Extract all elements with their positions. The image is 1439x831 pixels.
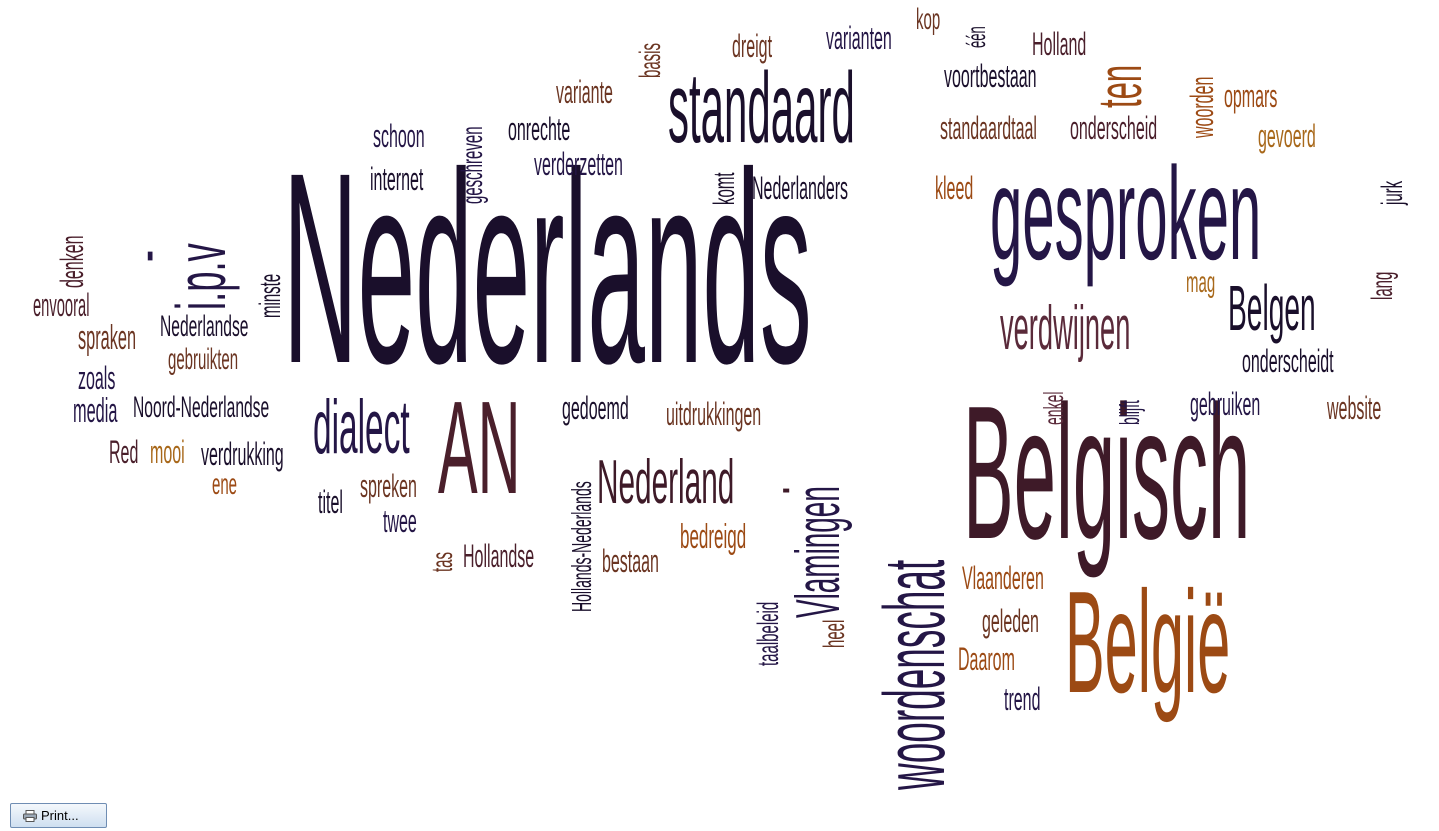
word-hollands-nederlands: Hollands-Nederlands [566,481,597,612]
word-gedoemd: gedoemd [562,390,629,426]
word-website: website [1327,390,1382,426]
word-bestaan: bestaan [602,543,659,579]
word-nederland: Nederland [597,448,735,517]
word-vlamingen: Vlamingen [784,486,853,618]
word-zoals: zoals [78,360,116,396]
word-voortbestaan: voortbestaan [944,58,1037,94]
word-ene: ene [212,468,238,501]
word-komt: komt [708,172,741,205]
word-ten: ten [1086,64,1155,108]
word-gesproken: gesproken [990,140,1262,287]
word-dash-1: - [112,250,179,262]
word-dialect: dialect [313,385,410,470]
word-onderscheidt: onderscheidt [1242,343,1334,379]
word-belgie: België [1065,561,1231,723]
word-mooi: mooi [150,434,185,470]
word-denken: denken [54,235,90,288]
word-jurk: jurk [1376,180,1409,205]
word-minste: minste [254,273,287,318]
print-button[interactable]: Print... [10,803,107,828]
word-kop: kop [916,3,941,36]
word-woorden: woorden [1184,76,1220,138]
word-standaardtaal: standaardtaal [940,110,1037,146]
word-verdrukking: verdrukking [201,436,284,472]
word-basis: basis [634,42,667,78]
word-internet: internet [370,161,424,197]
word-red: Red [109,434,139,470]
word-geschreven: geschreven [456,126,489,204]
word-gebruikten: gebruikten [168,343,239,376]
word-titel: titel [318,484,343,520]
word-cloud: Nederlands gesproken standaard Belgisch … [0,0,1439,831]
word-envooral: envooral [33,287,90,323]
word-vlaanderen: Vlaanderen [962,560,1044,596]
word-twee: twee [383,503,417,539]
word-opmars: opmars [1224,78,1278,114]
word-blijft: blijft [1114,400,1145,425]
word-dash-2: - [782,459,791,515]
word-woordenschat: woordenschat [867,559,963,790]
word-media: media [73,392,118,430]
word-standaard: standaard [668,52,855,164]
word-geleden: geleden [982,603,1039,639]
word-dreigt: dreigt [732,28,773,64]
printer-icon [23,810,37,822]
word-lang: lang [1366,271,1399,300]
word-belgen: Belgen [1228,272,1316,344]
word-uitdrukkingen: uitdrukkingen [666,396,762,432]
word-nederlanders: Nederlanders [752,170,849,206]
word-verdwijnen: verdwijnen [1000,294,1131,363]
word-trend: trend [1004,681,1041,717]
word-schoon: schoon [373,118,425,154]
word-taalbeleid: taalbeleid [752,601,785,666]
word-noord-nederlandse: Noord-Nederlandse [133,391,270,424]
word-verderzetten: verderzetten [534,146,623,182]
word-gebruiken: gebruiken [1190,386,1261,422]
word-daarom: Daarom [958,641,1015,677]
word-gevoerd: gevoerd [1258,118,1316,154]
word-een: één [961,26,991,48]
word-variante: variante [556,74,613,110]
word-heel: heel [818,619,851,648]
word-tas: tas [426,551,459,572]
word-bedreigd: bedreigd [680,518,747,556]
word-spraken: spraken [78,319,137,357]
word-enkel: enkel [1038,391,1069,425]
word-nederlandse: Nederlandse [160,310,249,343]
word-kleed: kleed [935,170,974,206]
word-hollandse: Hollandse [463,538,535,574]
print-button-label: Print... [41,808,79,823]
word-varianten: varianten [826,20,892,56]
word-mag: mag [1186,266,1216,299]
word-an: AN [438,374,521,521]
word-onderscheid: onderscheid [1070,110,1158,146]
word-spreken: spreken [360,468,417,504]
word-onrechte: onrechte [508,111,571,147]
word-holland: Holland [1032,26,1087,62]
